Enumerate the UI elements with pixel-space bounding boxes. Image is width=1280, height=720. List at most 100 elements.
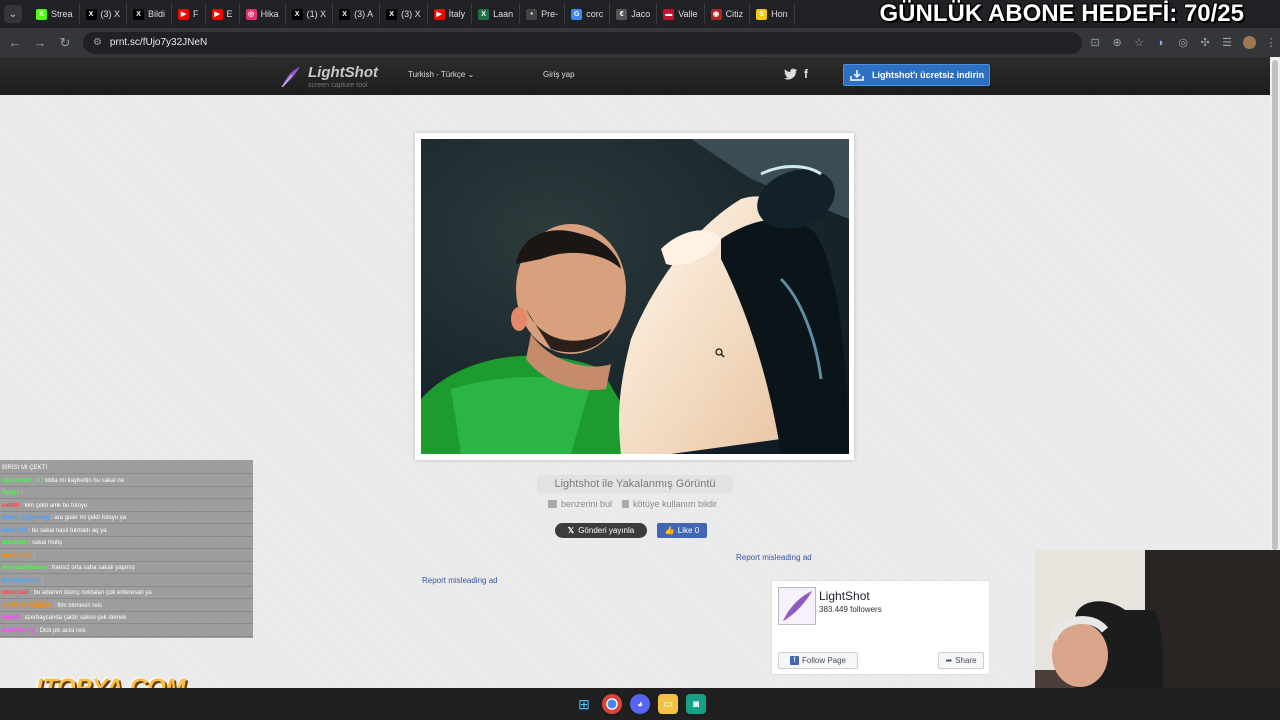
logo-name: LightShot	[308, 64, 378, 81]
browser-tab[interactable]: X (1) X	[286, 3, 334, 25]
browser-tab[interactable]: ▶ E	[206, 3, 240, 25]
share-icon: ➦	[945, 656, 953, 665]
tab-label: Pre-	[541, 9, 559, 19]
browser-tab[interactable]: X (3) A	[333, 3, 381, 25]
chat-message: muratmrta :	[0, 550, 253, 562]
post-on-x-button[interactable]: 𝕏 Gönderi yayınla	[555, 523, 647, 538]
report-misleading-ad-link[interactable]: Report misleading ad	[736, 553, 812, 562]
windows-start-icon[interactable]: ⊞	[574, 694, 594, 714]
photo-illustration	[421, 139, 849, 454]
app-icon[interactable]: ◙	[686, 694, 706, 714]
reading-list-icon[interactable]: ☰	[1218, 34, 1236, 52]
report-abuse-link[interactable]: kötüye kullanım bildir	[622, 499, 717, 509]
tab-favicon-icon: ◉	[710, 8, 722, 20]
browser-tab[interactable]: X Bildi	[127, 3, 173, 25]
tab-label: Strea	[51, 9, 73, 19]
chat-message: noeak : azerbaycanda çaldır sakso çek de…	[0, 612, 253, 624]
browser-tab[interactable]: S Hon	[750, 3, 795, 25]
browser-tab[interactable]: • Pre-	[520, 3, 566, 25]
chat-message: Sokut_Lightning : ara guler mi çekti fot…	[0, 512, 253, 524]
screenshot-caption: Lightshot ile Yakalanmış Görüntü	[537, 475, 733, 493]
scrollbar-thumb[interactable]	[1272, 60, 1278, 550]
chrome-icon[interactable]	[602, 694, 622, 714]
language-selector[interactable]: Turkish - Türkçe ⌄	[408, 70, 474, 79]
site-info-icon[interactable]: ⚙	[93, 37, 102, 48]
login-link[interactable]: Giriş yap	[543, 70, 575, 79]
tab-favicon-icon: X	[386, 8, 398, 20]
tab-label: (3) A	[354, 9, 374, 19]
tab-favicon-icon: ◎	[245, 8, 257, 20]
tab-label: Citiz	[725, 9, 744, 19]
tab-label: Hika	[260, 9, 279, 19]
tab-favicon-icon: €	[616, 8, 628, 20]
windows-taskbar: ⊞ ◕ ▭ ◙	[0, 688, 1280, 720]
facebook-icon[interactable]: f	[804, 67, 814, 81]
file-explorer-icon[interactable]: ▭	[658, 694, 678, 714]
x-logo-icon: 𝕏	[567, 526, 575, 535]
facebook-like-button[interactable]: 👍 Like 0	[657, 523, 707, 538]
puzzle-icon[interactable]: ✣	[1196, 34, 1214, 52]
fb-page-name[interactable]: LightShot	[819, 589, 870, 603]
chat-text: : iddia mı kaybettin bu sakal ne	[41, 477, 125, 484]
follow-page-button[interactable]: f Follow Page	[778, 652, 858, 669]
back-icon[interactable]: ←	[5, 33, 25, 53]
bookmark-star-icon[interactable]: ☆	[1130, 34, 1148, 52]
discord-icon[interactable]: ◕	[630, 694, 650, 714]
share-button[interactable]: ➦ Share	[938, 652, 984, 669]
chat-text: : bu adamın özenç noktaları çok enteresa…	[30, 590, 152, 596]
browser-tab[interactable]: ▬ Valle	[657, 3, 705, 25]
tab-favicon-icon: K	[36, 8, 47, 20]
reload-icon[interactable]: ↻	[55, 33, 75, 53]
tab-favicon-icon: •	[526, 8, 538, 20]
lightshot-header: LightShot screen capture tool Turkish - …	[0, 57, 1270, 95]
chat-text: : film bitmesin reis	[54, 602, 103, 609]
install-app-icon[interactable]: ⊡	[1086, 34, 1104, 52]
report-abuse-label: kötüye kullanım bildir	[633, 499, 718, 509]
tab-label: Laan	[493, 9, 514, 19]
report-misleading-ad-link[interactable]: Report misleading ad	[422, 576, 498, 585]
browser-toolbar: ← → ↻ ⚙ prnt.sc/fUjo7y32JNeN ⊡ ⊕ ☆ ◗ ◎ ✣…	[0, 28, 1280, 57]
tab-label: (1) X	[306, 9, 327, 19]
browser-tab[interactable]: X (3) X	[380, 3, 428, 25]
browser-tab[interactable]: X (3) X	[80, 3, 128, 25]
facebook-page-widget: LightShot 383.449 followers f Follow Page…	[771, 580, 990, 675]
browser-tab[interactable]: € Jaco	[610, 3, 658, 25]
chat-text: :	[33, 552, 36, 559]
post-button-label: Gönderi yayınla	[578, 526, 635, 535]
lightshot-logo[interactable]: LightShot screen capture tool	[280, 63, 390, 91]
profile-avatar[interactable]	[1240, 34, 1258, 52]
chat-username: cellt0r	[2, 502, 20, 509]
media-icon[interactable]: ◗	[1152, 34, 1170, 52]
menu-kebab-icon[interactable]: ⋮	[1262, 34, 1280, 52]
address-bar[interactable]: ⚙ prnt.sc/fUjo7y32JNeN	[82, 31, 1083, 54]
tab-favicon-icon: S	[756, 8, 768, 20]
chat-text: : kim çekti amk bu fotoyu	[21, 502, 88, 509]
download-lightshot-button[interactable]: Lightshot'ı ücretsiz indirin	[843, 64, 990, 86]
chat-text: : azerbaycanda çaldır sakso çek demek	[21, 615, 127, 621]
chat-message: ASTROTHUNDER : film bitmesin reis	[0, 600, 253, 612]
zoom-icon[interactable]: ⊕	[1108, 34, 1126, 52]
chat-username: noeak	[2, 615, 20, 621]
browser-tab[interactable]: ▶ İtaly	[428, 3, 473, 25]
browser-tab[interactable]: K Strea	[30, 3, 80, 25]
tab-favicon-icon: X	[291, 8, 303, 20]
tab-search-icon[interactable]: ⌄	[4, 5, 22, 23]
lightshot-page-avatar[interactable]	[778, 587, 816, 625]
feather-icon	[281, 67, 300, 88]
chat-text: : ara guler mi çekti fotoyu ya	[51, 515, 127, 521]
chevron-down-icon: ⌄	[467, 70, 475, 79]
chat-message: berkin03 : bu sakal nasıl tutmadı aq ya	[0, 525, 253, 537]
extension-icon[interactable]: ◎	[1174, 34, 1192, 52]
browser-tab[interactable]: ◉ Citiz	[705, 3, 751, 25]
tab-label: F	[193, 9, 199, 19]
browser-tab[interactable]: X Laan	[472, 3, 521, 25]
find-similar-link[interactable]: benzerini bul	[548, 499, 612, 509]
follow-page-label: Follow Page	[801, 656, 847, 665]
browser-tab[interactable]: Gcorc	[565, 3, 611, 25]
browser-tab[interactable]: ▶ F	[172, 3, 206, 25]
share-label: Share	[955, 656, 977, 665]
twitter-icon[interactable]	[784, 67, 798, 81]
browser-tab[interactable]: ◎ Hika	[240, 3, 286, 25]
forward-icon[interactable]: →	[30, 33, 50, 53]
screenshot-image[interactable]	[421, 139, 849, 454]
